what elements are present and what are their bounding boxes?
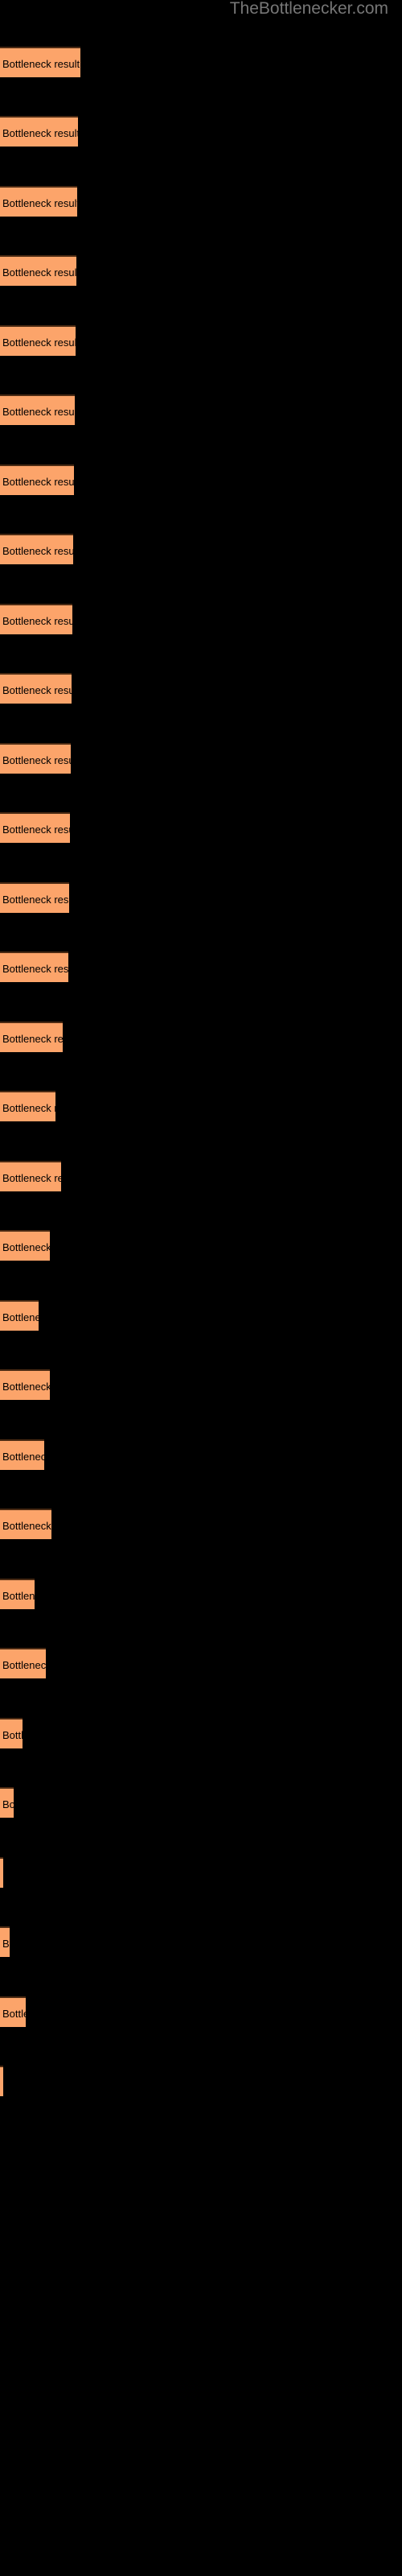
bar[interactable]: Bottleneck result: [0, 1579, 35, 1609]
bar-row: Bottleneck result: [0, 47, 402, 79]
bar-label: Bottleneck result: [2, 1590, 35, 1602]
bar-row: Bottleneck result: [0, 534, 402, 566]
bar[interactable]: Bottleneck result: [0, 952, 68, 982]
bar[interactable]: Bottleneck result: [0, 534, 73, 564]
bar-row: Bottleneck result: [0, 882, 402, 914]
bar-label: Bottleneck result: [2, 1381, 50, 1393]
bar-label: Bottleneck result: [2, 1451, 44, 1463]
bar-row: Bottleneck result: [0, 1369, 402, 1402]
bar[interactable]: Bottleneck result: [0, 882, 69, 913]
bar-row: Bottleneck result: [0, 1300, 402, 1332]
bar[interactable]: Bottleneck result: [0, 1718, 23, 1748]
bar[interactable]: Bottleneck result: [0, 1509, 51, 1539]
bar-label: Bottleneck result: [2, 406, 75, 418]
bar[interactable]: Bottleneck result: [0, 2066, 3, 2096]
bar-label: Bottleneck result: [2, 58, 80, 70]
bar[interactable]: Bottleneck result: [0, 812, 70, 843]
bar[interactable]: Bottleneck result: [0, 604, 72, 634]
bar-row: Bottleneck result: [0, 952, 402, 984]
bar-row: Bottleneck result: [0, 673, 402, 705]
bar[interactable]: Bottleneck result: [0, 1022, 63, 1052]
bar-row: Bottleneck result: [0, 1787, 402, 1819]
bar-label: Bottleneck result: [2, 754, 71, 766]
bar-row: Bottleneck result: [0, 1857, 402, 1889]
bar[interactable]: Bottleneck result: [0, 743, 71, 774]
bar[interactable]: Bottleneck result: [0, 186, 77, 217]
bar-label: Bottleneck result: [2, 336, 76, 349]
bar-label: Bottleneck result: [2, 1033, 63, 1045]
bar-label: Bottleneck result: [2, 1311, 39, 1323]
bar-row: Bottleneck result: [0, 1926, 402, 1959]
bar[interactable]: Bottleneck result: [0, 1091, 55, 1121]
bar[interactable]: Bottleneck result: [0, 1369, 50, 1400]
bar-label: Bottleneck result: [2, 2068, 3, 2096]
bar-row: Bottleneck result: [0, 186, 402, 218]
bar-row: Bottleneck result: [0, 604, 402, 636]
bar-label: Bottleneck result: [2, 2008, 26, 2020]
bar-label: Bottleneck result: [2, 1241, 50, 1253]
bar[interactable]: Bottleneck result: [0, 255, 76, 286]
bar-row: Bottleneck result: [0, 1579, 402, 1611]
bar[interactable]: Bottleneck result: [0, 1439, 44, 1470]
bar-row: Bottleneck result: [0, 325, 402, 357]
bar[interactable]: Bottleneck result: [0, 464, 74, 495]
bar[interactable]: Bottleneck result: [0, 1648, 46, 1678]
bar-row: Bottleneck result: [0, 1439, 402, 1472]
plot-area: Bottleneck result Bottleneck result Bottle…: [0, 0, 402, 2576]
bar[interactable]: Bottleneck result: [0, 325, 76, 356]
bar-row: Bottleneck result: [0, 1718, 402, 1750]
bar-label: Bottleneck result: [2, 894, 69, 906]
bar-label: Bottleneck result: [2, 1520, 51, 1532]
bar[interactable]: Bottleneck result: [0, 1996, 26, 2027]
bar-label: Bottleneck result: [2, 1938, 10, 1950]
bar-label: Bottleneck result: [2, 1729, 23, 1741]
bar-row: Bottleneck result: [0, 743, 402, 775]
bar-row: Bottleneck result: [0, 394, 402, 427]
bar-label: Bottleneck result: [2, 1659, 46, 1671]
bar[interactable]: Bottleneck result: [0, 1787, 14, 1818]
bar[interactable]: Bottleneck result: [0, 673, 72, 704]
bar-row: Bottleneck result: [0, 464, 402, 497]
bar-label: Bottleneck result: [2, 197, 77, 209]
bar-row: Bottleneck result: [0, 1230, 402, 1262]
bar[interactable]: Bottleneck result: [0, 1230, 50, 1261]
bar-row: Bottleneck result: [0, 255, 402, 287]
bar[interactable]: Bottleneck result: [0, 1300, 39, 1331]
bar-row: Bottleneck result: [0, 1648, 402, 1680]
bar-label: Bottleneck result: [2, 1102, 55, 1114]
bar-label: Bottleneck result: [2, 1172, 61, 1184]
bar[interactable]: Bottleneck result: [0, 47, 80, 77]
bar-label: Bottleneck result: [2, 127, 78, 139]
bar-label: Bottleneck result: [2, 1798, 14, 1810]
bar-row: Bottleneck result: [0, 116, 402, 148]
bar-label: Bottleneck result: [2, 476, 74, 488]
bar-label: Bottleneck result: [2, 963, 68, 975]
bar[interactable]: Bottleneck result: [0, 394, 75, 425]
bottleneck-bar-chart: TheBottlenecker.com Bottleneck result Bot…: [0, 0, 402, 2576]
bar-label: Bottleneck result: [2, 266, 76, 279]
bar-row: Bottleneck result: [0, 1091, 402, 1123]
bar-label: Bottleneck result: [2, 545, 73, 557]
bar-row: Bottleneck result: [0, 1509, 402, 1541]
bar-row: Bottleneck result: [0, 1022, 402, 1054]
bar[interactable]: Bottleneck result: [0, 1161, 61, 1191]
bar-row: Bottleneck result: [0, 1161, 402, 1193]
bar[interactable]: Bottleneck result: [0, 1926, 10, 1957]
bar-row: Bottleneck result: [0, 2066, 402, 2098]
bar[interactable]: Bottleneck result: [0, 1857, 3, 1888]
bar[interactable]: Bottleneck result: [0, 116, 78, 147]
bar-label: Bottleneck result: [2, 1860, 3, 1888]
bar-row: Bottleneck result: [0, 812, 402, 844]
bar-label: Bottleneck result: [2, 684, 72, 696]
bar-label: Bottleneck result: [2, 824, 70, 836]
bar-label: Bottleneck result: [2, 615, 72, 627]
bar-row: Bottleneck result: [0, 1996, 402, 2029]
